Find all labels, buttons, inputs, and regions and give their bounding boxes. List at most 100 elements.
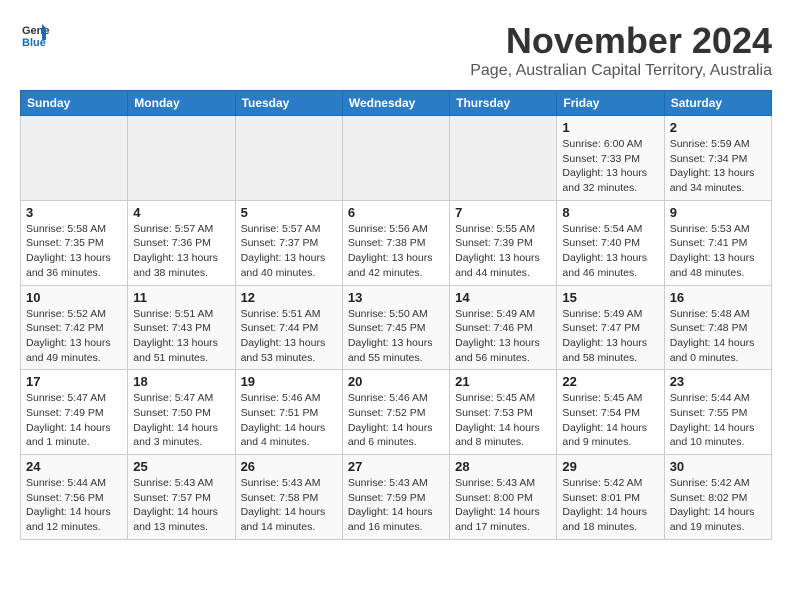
day-detail: Sunrise: 5:44 AM Sunset: 7:56 PM Dayligh…: [26, 476, 122, 535]
day-number: 1: [562, 120, 658, 135]
calendar-week-row: 10 Sunrise: 5:52 AM Sunset: 7:42 PM Dayli…: [21, 285, 772, 370]
col-friday: Friday: [557, 91, 664, 116]
table-row: 18 Sunrise: 5:47 AM Sunset: 7:50 PM Dayli…: [128, 370, 235, 455]
table-row: 6 Sunrise: 5:56 AM Sunset: 7:38 PM Daylig…: [342, 200, 449, 285]
day-number: 12: [241, 290, 337, 305]
calendar-week-row: 24 Sunrise: 5:44 AM Sunset: 7:56 PM Dayli…: [21, 455, 772, 540]
day-detail: Sunrise: 5:57 AM Sunset: 7:36 PM Dayligh…: [133, 222, 229, 281]
table-row: [450, 116, 557, 201]
table-row: 21 Sunrise: 5:45 AM Sunset: 7:53 PM Dayli…: [450, 370, 557, 455]
day-detail: Sunrise: 5:49 AM Sunset: 7:47 PM Dayligh…: [562, 307, 658, 366]
calendar-week-row: 3 Sunrise: 5:58 AM Sunset: 7:35 PM Daylig…: [21, 200, 772, 285]
location-subtitle: Page, Australian Capital Territory, Aust…: [470, 62, 772, 80]
day-detail: Sunrise: 5:50 AM Sunset: 7:45 PM Dayligh…: [348, 307, 444, 366]
table-row: 15Sunrise: 5:49 AM Sunset: 7:47 PM Dayli…: [557, 285, 664, 370]
month-title: November 2024: [470, 20, 772, 62]
day-detail: Sunrise: 5:58 AM Sunset: 7:35 PM Dayligh…: [26, 222, 122, 281]
day-detail: Sunrise: 5:43 AM Sunset: 7:58 PM Dayligh…: [241, 476, 337, 535]
table-row: 12 Sunrise: 5:51 AM Sunset: 7:44 PM Dayli…: [235, 285, 342, 370]
table-row: 29 Sunrise: 5:42 AM Sunset: 8:01 PM Dayli…: [557, 455, 664, 540]
day-detail: Sunrise: 5:52 AM Sunset: 7:42 PM Dayligh…: [26, 307, 122, 366]
day-number: 6: [348, 205, 444, 220]
day-detail: Sunrise: 5:56 AM Sunset: 7:38 PM Dayligh…: [348, 222, 444, 281]
day-number: 18: [133, 374, 229, 389]
day-detail: Sunrise: 5:47 AM Sunset: 7:50 PM Dayligh…: [133, 391, 229, 450]
col-wednesday: Wednesday: [342, 91, 449, 116]
table-row: 17 Sunrise: 5:47 AM Sunset: 7:49 PM Dayli…: [21, 370, 128, 455]
day-number: 19: [241, 374, 337, 389]
day-detail: Sunrise: 5:51 AM Sunset: 7:43 PM Dayligh…: [133, 307, 229, 366]
calendar-week-row: 17 Sunrise: 5:47 AM Sunset: 7:49 PM Dayli…: [21, 370, 772, 455]
table-row: 2 Sunrise: 5:59 AM Sunset: 7:34 PM Daylig…: [664, 116, 771, 201]
title-area: November 2024 Page, Australian Capital T…: [470, 20, 772, 80]
table-row: 26 Sunrise: 5:43 AM Sunset: 7:58 PM Dayli…: [235, 455, 342, 540]
day-detail: Sunrise: 5:57 AM Sunset: 7:37 PM Dayligh…: [241, 222, 337, 281]
day-detail: Sunrise: 5:42 AM Sunset: 8:02 PM Dayligh…: [670, 476, 766, 535]
col-monday: Monday: [128, 91, 235, 116]
day-number: 26: [241, 459, 337, 474]
table-row: 14 Sunrise: 5:49 AM Sunset: 7:46 PM Dayli…: [450, 285, 557, 370]
day-detail: Sunrise: 5:53 AM Sunset: 7:41 PM Dayligh…: [670, 222, 766, 281]
day-detail: Sunrise: 5:42 AM Sunset: 8:01 PM Dayligh…: [562, 476, 658, 535]
day-detail: Sunrise: 5:47 AM Sunset: 7:49 PM Dayligh…: [26, 391, 122, 450]
table-row: 20 Sunrise: 5:46 AM Sunset: 7:52 PM Dayli…: [342, 370, 449, 455]
day-number: 20: [348, 374, 444, 389]
table-row: 23 Sunrise: 5:44 AM Sunset: 7:55 PM Dayli…: [664, 370, 771, 455]
table-row: 11 Sunrise: 5:51 AM Sunset: 7:43 PM Dayli…: [128, 285, 235, 370]
day-detail: Sunrise: 5:43 AM Sunset: 7:59 PM Dayligh…: [348, 476, 444, 535]
table-row: [342, 116, 449, 201]
day-detail: Sunrise: 5:45 AM Sunset: 7:54 PM Dayligh…: [562, 391, 658, 450]
table-row: 19 Sunrise: 5:46 AM Sunset: 7:51 PM Dayli…: [235, 370, 342, 455]
day-number: 23: [670, 374, 766, 389]
table-row: [21, 116, 128, 201]
col-sunday: Sunday: [21, 91, 128, 116]
calendar-header-row: Sunday Monday Tuesday Wednesday Thursday…: [21, 91, 772, 116]
table-row: 13Sunrise: 5:50 AM Sunset: 7:45 PM Dayli…: [342, 285, 449, 370]
day-detail: Sunrise: 5:45 AM Sunset: 7:53 PM Dayligh…: [455, 391, 551, 450]
day-detail: Sunrise: 6:00 AM Sunset: 7:33 PM Dayligh…: [562, 137, 658, 196]
day-detail: Sunrise: 5:43 AM Sunset: 8:00 PM Dayligh…: [455, 476, 551, 535]
day-number: 3: [26, 205, 122, 220]
day-detail: Sunrise: 5:51 AM Sunset: 7:44 PM Dayligh…: [241, 307, 337, 366]
col-thursday: Thursday: [450, 91, 557, 116]
table-row: 30 Sunrise: 5:42 AM Sunset: 8:02 PM Dayli…: [664, 455, 771, 540]
table-row: 16 Sunrise: 5:48 AM Sunset: 7:48 PM Dayli…: [664, 285, 771, 370]
table-row: 5Sunrise: 5:57 AM Sunset: 7:37 PM Daylig…: [235, 200, 342, 285]
day-number: 10: [26, 290, 122, 305]
table-row: 28 Sunrise: 5:43 AM Sunset: 8:00 PM Dayli…: [450, 455, 557, 540]
day-detail: Sunrise: 5:46 AM Sunset: 7:51 PM Dayligh…: [241, 391, 337, 450]
day-number: 21: [455, 374, 551, 389]
day-number: 16: [670, 290, 766, 305]
col-saturday: Saturday: [664, 91, 771, 116]
day-detail: Sunrise: 5:44 AM Sunset: 7:55 PM Dayligh…: [670, 391, 766, 450]
table-row: 1 Sunrise: 6:00 AM Sunset: 7:33 PM Daylig…: [557, 116, 664, 201]
day-number: 7: [455, 205, 551, 220]
day-number: 28: [455, 459, 551, 474]
table-row: 4 Sunrise: 5:57 AM Sunset: 7:36 PM Daylig…: [128, 200, 235, 285]
day-number: 30: [670, 459, 766, 474]
day-number: 29: [562, 459, 658, 474]
day-number: 9: [670, 205, 766, 220]
day-number: 11: [133, 290, 229, 305]
day-detail: Sunrise: 5:59 AM Sunset: 7:34 PM Dayligh…: [670, 137, 766, 196]
day-detail: Sunrise: 5:49 AM Sunset: 7:46 PM Dayligh…: [455, 307, 551, 366]
table-row: [235, 116, 342, 201]
day-detail: Sunrise: 5:48 AM Sunset: 7:48 PM Dayligh…: [670, 307, 766, 366]
day-detail: Sunrise: 5:46 AM Sunset: 7:52 PM Dayligh…: [348, 391, 444, 450]
table-row: 3 Sunrise: 5:58 AM Sunset: 7:35 PM Daylig…: [21, 200, 128, 285]
day-number: 17: [26, 374, 122, 389]
day-number: 24: [26, 459, 122, 474]
day-number: 22: [562, 374, 658, 389]
table-row: 27Sunrise: 5:43 AM Sunset: 7:59 PM Dayli…: [342, 455, 449, 540]
day-number: 4: [133, 205, 229, 220]
col-tuesday: Tuesday: [235, 91, 342, 116]
day-detail: Sunrise: 5:54 AM Sunset: 7:40 PM Dayligh…: [562, 222, 658, 281]
table-row: 7Sunrise: 5:55 AM Sunset: 7:39 PM Daylig…: [450, 200, 557, 285]
day-detail: Sunrise: 5:43 AM Sunset: 7:57 PM Dayligh…: [133, 476, 229, 535]
page-header: General Blue November 2024 Page, Austral…: [20, 20, 772, 80]
logo: General Blue: [20, 20, 50, 50]
table-row: 9 Sunrise: 5:53 AM Sunset: 7:41 PM Daylig…: [664, 200, 771, 285]
day-number: 14: [455, 290, 551, 305]
table-row: 8Sunrise: 5:54 AM Sunset: 7:40 PM Daylig…: [557, 200, 664, 285]
day-number: 2: [670, 120, 766, 135]
